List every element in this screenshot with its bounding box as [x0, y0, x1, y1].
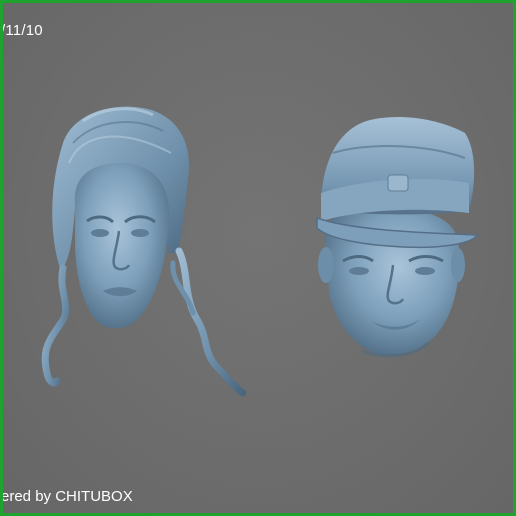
female-head-model[interactable]: [41, 106, 247, 397]
female-face: [74, 163, 170, 329]
model-scene: [41, 106, 479, 397]
render-viewport: /11/10 ered by CHITUBOX: [0, 0, 516, 516]
render-credit: ered by CHITUBOX: [1, 488, 133, 505]
male-head-with-cap-model[interactable]: [316, 116, 479, 358]
